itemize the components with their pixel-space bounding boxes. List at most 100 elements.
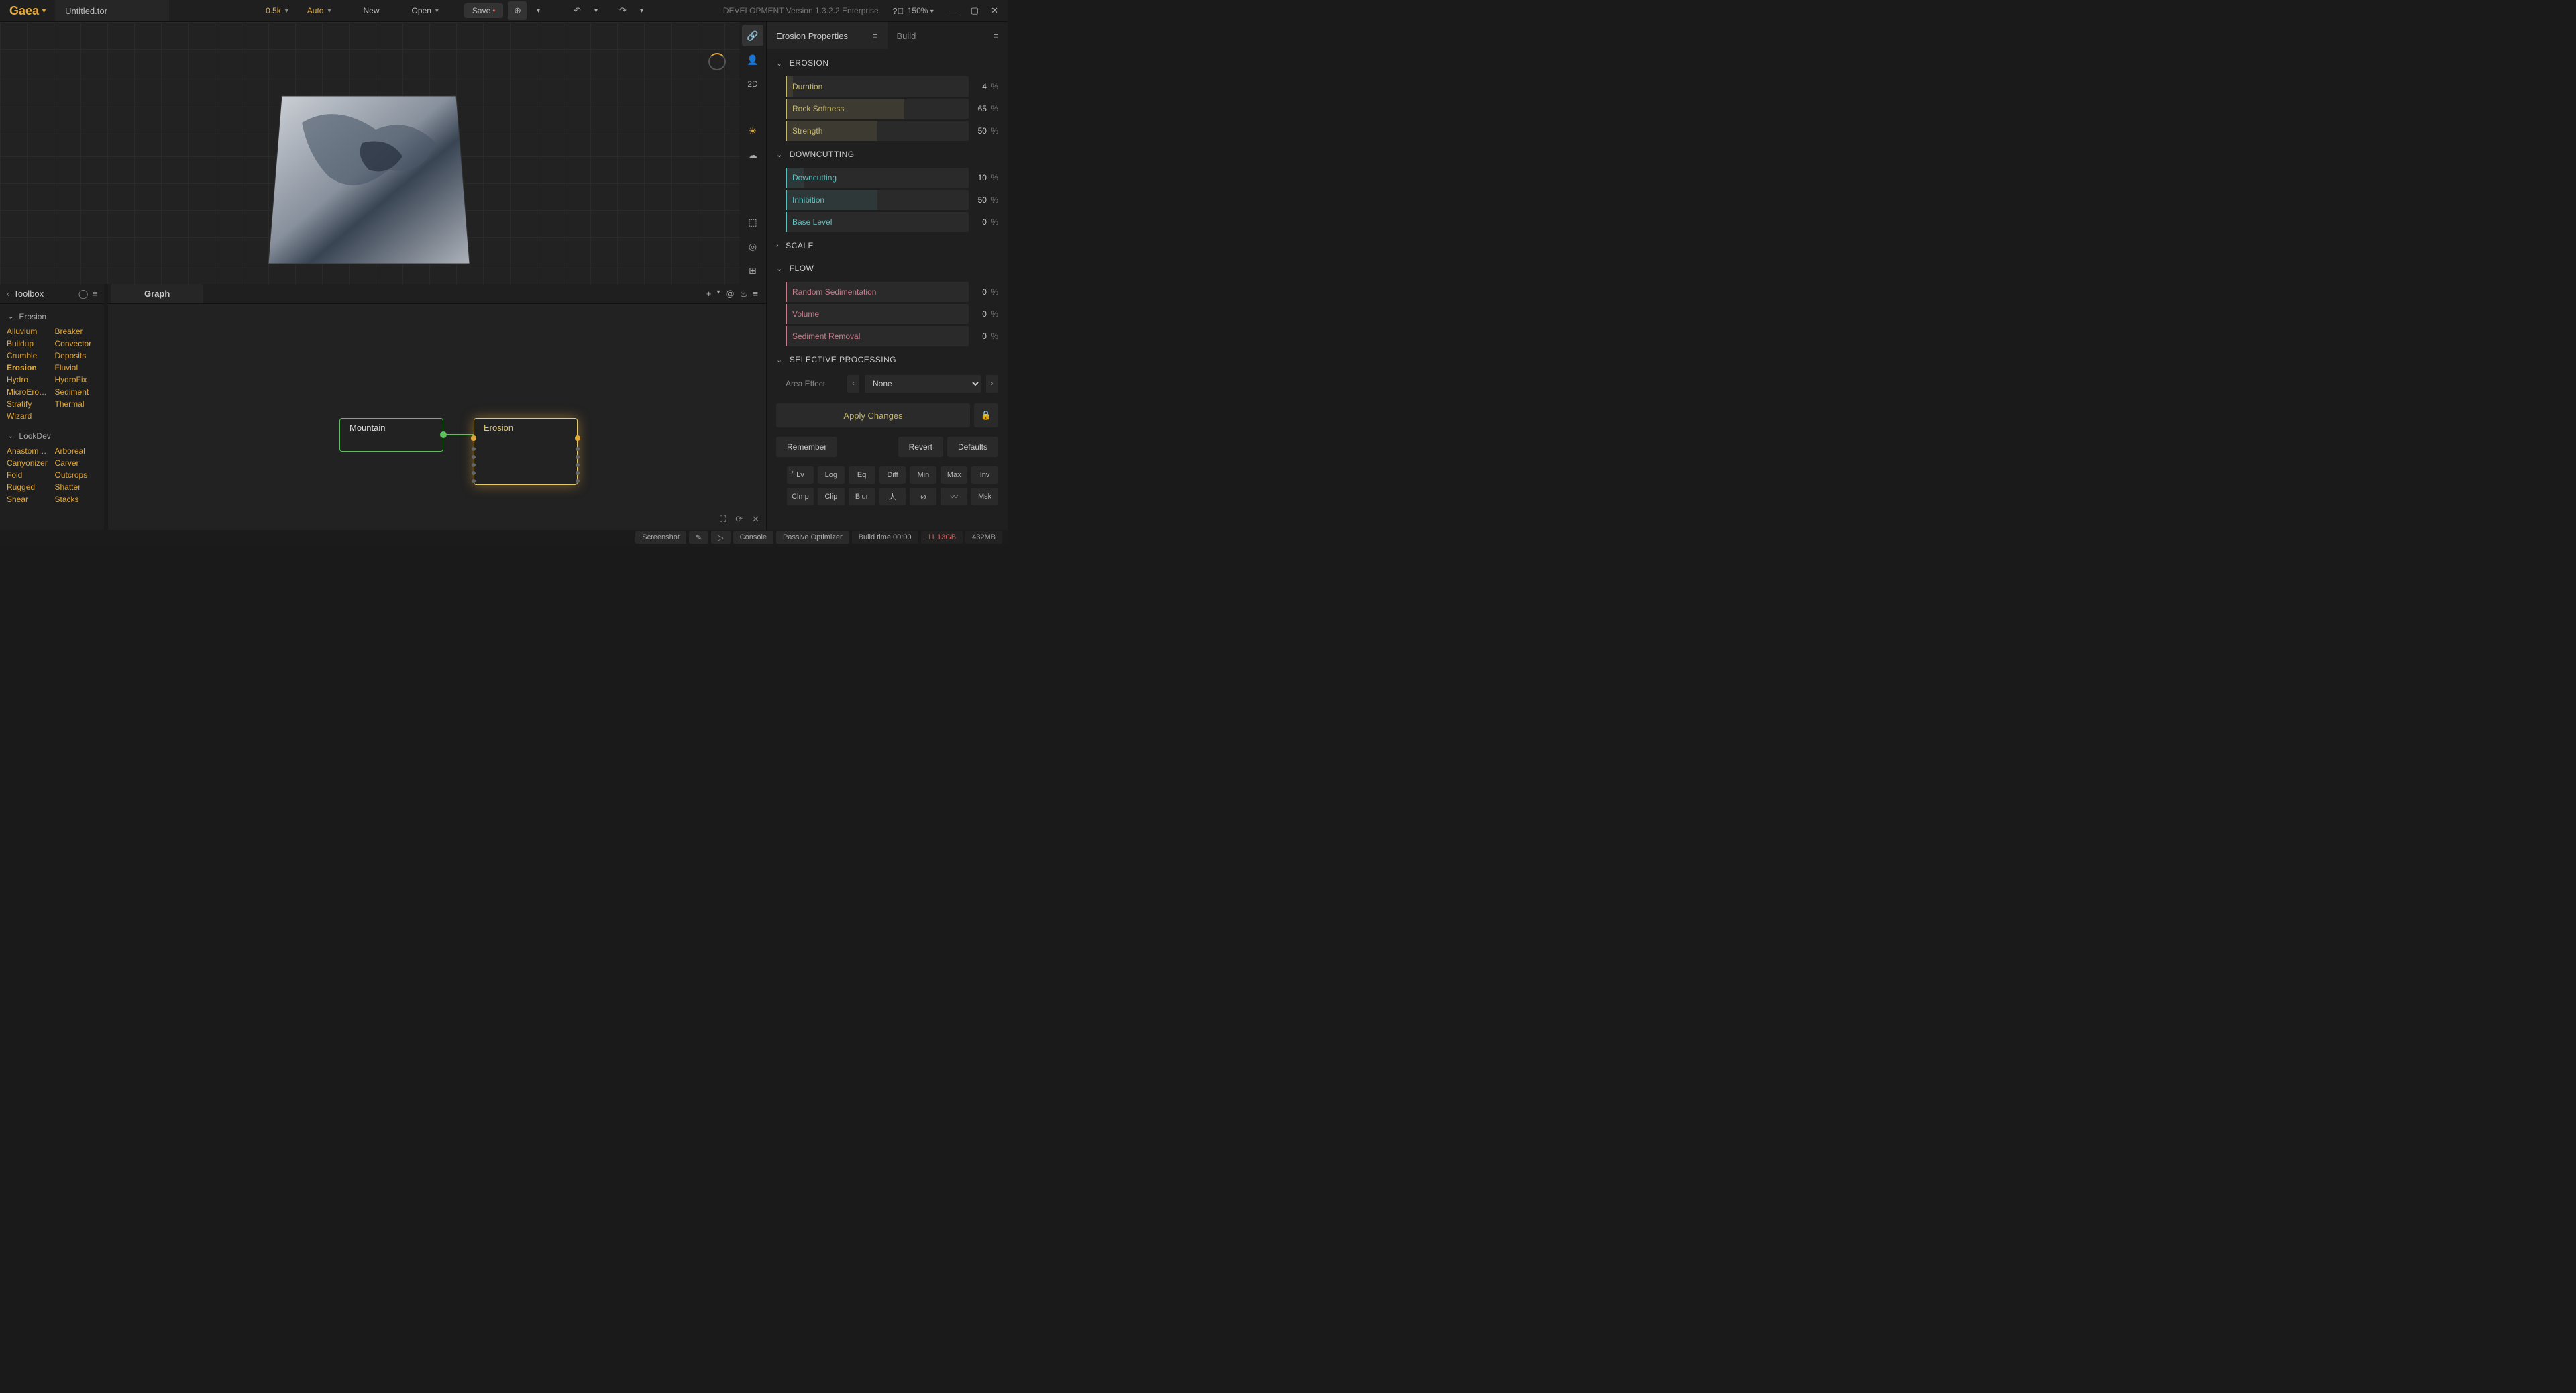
grid-icon[interactable]: ⊞ (742, 260, 763, 281)
filename[interactable]: Untitled.tor (55, 0, 169, 21)
menu-icon[interactable]: ≡ (993, 31, 998, 41)
expand-icon[interactable]: › (791, 466, 794, 476)
slider-duration[interactable]: Duration4 % (786, 76, 969, 97)
output-port[interactable] (440, 431, 447, 438)
output-port[interactable] (575, 435, 580, 441)
toolbox-item[interactable]: Fluvial (55, 363, 98, 372)
add-node-icon[interactable]: + (706, 289, 712, 299)
save-button[interactable]: Save• (464, 3, 504, 18)
slider-downcutting[interactable]: Downcutting10 % (786, 168, 969, 188)
area-effect-select[interactable]: None (865, 375, 981, 393)
toolbox-item[interactable]: Outcrops (55, 470, 98, 480)
mode-2d-button[interactable]: 2D (742, 73, 763, 95)
tab-properties[interactable]: Erosion Properties≡ (767, 22, 888, 49)
toolbox-item[interactable]: Shear (7, 495, 50, 504)
input-port[interactable] (471, 435, 476, 441)
zoom-level[interactable]: 150% ▾ (908, 6, 934, 15)
section-erosion[interactable]: ⌄Erosion (5, 308, 99, 325)
flame-icon[interactable]: ♨ (740, 289, 748, 299)
next-button[interactable]: › (986, 375, 998, 393)
toolbox-item[interactable]: Rugged (7, 482, 50, 492)
new-button[interactable]: New (354, 0, 389, 21)
auto-button[interactable]: Auto▾ (298, 0, 341, 21)
toolbox-item[interactable]: Shatter (55, 482, 98, 492)
crop-icon[interactable]: ⬚ (742, 211, 763, 233)
at-icon[interactable]: @ (726, 289, 735, 299)
toolbox-item[interactable]: Sediment (55, 387, 98, 397)
toolbox-item[interactable]: MicroEros… (7, 387, 50, 397)
edit-icon[interactable]: ✎ (689, 531, 708, 544)
menu-icon[interactable]: ≡ (873, 31, 878, 41)
toolbox-item[interactable]: Alluvium (7, 327, 50, 336)
toolbox-item[interactable]: Thermal (55, 399, 98, 409)
section-scale[interactable]: ›SCALE (773, 234, 1001, 257)
section-lookdev[interactable]: ⌄LookDev (5, 427, 99, 445)
section-erosion[interactable]: ⌄EROSION (773, 52, 1001, 74)
filter-msk[interactable]: Msk (971, 488, 998, 505)
section-downcutting[interactable]: ⌄DOWNCUTTING (773, 143, 1001, 166)
filter-eq[interactable]: Eq (849, 466, 875, 484)
collapse-icon[interactable]: ‹ (7, 289, 9, 299)
toolbox-item[interactable]: Breaker (55, 327, 98, 336)
undo-button[interactable]: ↶ (568, 1, 586, 20)
filter-max[interactable]: Max (941, 466, 967, 484)
toolbox-item[interactable]: Fold (7, 470, 50, 480)
cloud-icon[interactable]: ☁ (742, 144, 763, 166)
app-menu[interactable]: Gaea ▾ (0, 4, 55, 18)
toggle-icon[interactable]: ◯ (78, 289, 89, 299)
revert-button[interactable]: Revert (898, 437, 943, 457)
tab-build[interactable]: Build≡ (888, 22, 1008, 49)
toolbox-item[interactable]: Stratify (7, 399, 50, 409)
help-icon[interactable]: ?⃝ (889, 1, 908, 20)
filter-inv[interactable]: Inv (971, 466, 998, 484)
prev-button[interactable]: ‹ (847, 375, 859, 393)
filter-clmp[interactable]: Clmp (787, 488, 814, 505)
refresh-icon[interactable]: ⟳ (735, 514, 743, 525)
node-mountain[interactable]: Mountain (339, 418, 443, 452)
fit-icon[interactable]: ⛶ (720, 514, 726, 525)
minimize-button[interactable]: — (950, 5, 959, 16)
link-icon[interactable]: 🔗 (742, 25, 763, 46)
shuffle-icon[interactable]: ✕ (752, 514, 759, 525)
toolbox-item[interactable]: Carver (55, 458, 98, 468)
toolbox-item[interactable]: Hydro (7, 375, 50, 384)
filter-wave-icon[interactable]: 〰 (941, 488, 967, 505)
add-menu[interactable]: ▾ (529, 1, 547, 20)
toolbox-item[interactable]: Convector (55, 339, 98, 348)
menu-icon[interactable]: ≡ (753, 289, 758, 299)
play-icon[interactable]: ▷ (711, 531, 730, 544)
slider-inhibition[interactable]: Inhibition50 % (786, 190, 969, 210)
toolbox-item[interactable]: HydroFix (55, 375, 98, 384)
open-button[interactable]: Open▾ (402, 0, 448, 21)
filter-clip[interactable]: Clip (818, 488, 845, 505)
slider-base-level[interactable]: Base Level0 % (786, 212, 969, 232)
undo-menu[interactable]: ▾ (586, 1, 605, 20)
lock-icon[interactable]: 🔒 (974, 403, 998, 427)
toolbox-item[interactable]: Arboreal (55, 446, 98, 456)
section-selective[interactable]: ⌄SELECTIVE PROCESSING (773, 348, 1001, 371)
toolbox-item[interactable]: Stacks (55, 495, 98, 504)
add-button[interactable]: ⊕ (508, 1, 527, 20)
viewport-3d[interactable] (0, 22, 739, 284)
optimizer-button[interactable]: Passive Optimizer (776, 531, 849, 544)
resolution-button[interactable]: 0.5k▾ (256, 0, 298, 21)
compass-icon[interactable]: ◎ (742, 236, 763, 257)
close-button[interactable]: ✕ (991, 5, 998, 16)
graph-tab[interactable]: Graph (111, 284, 203, 303)
remember-button[interactable]: Remember (776, 437, 837, 457)
slider-rock-softness[interactable]: Rock Softness65 % (786, 99, 969, 119)
graph-canvas[interactable]: Mountain Erosion ⛶ ⟳ ✕ (108, 304, 766, 530)
defaults-button[interactable]: Defaults (947, 437, 998, 457)
toolbox-item[interactable]: Wizard (7, 411, 50, 421)
menu-icon[interactable]: ≡ (92, 289, 97, 299)
filter-person-icon[interactable]: 人 (879, 488, 906, 505)
section-flow[interactable]: ⌄FLOW (773, 257, 1001, 280)
node-erosion[interactable]: Erosion (474, 418, 578, 485)
toolbox-item[interactable]: Anastom… (7, 446, 50, 456)
filter-diff[interactable]: Diff (879, 466, 906, 484)
toolbox-item[interactable]: Canyonizer (7, 458, 50, 468)
person-icon[interactable]: 👤 (742, 49, 763, 70)
console-button[interactable]: Console (733, 531, 773, 544)
chevron-down-icon[interactable]: ▾ (717, 289, 720, 299)
filter-log[interactable]: Log (818, 466, 845, 484)
